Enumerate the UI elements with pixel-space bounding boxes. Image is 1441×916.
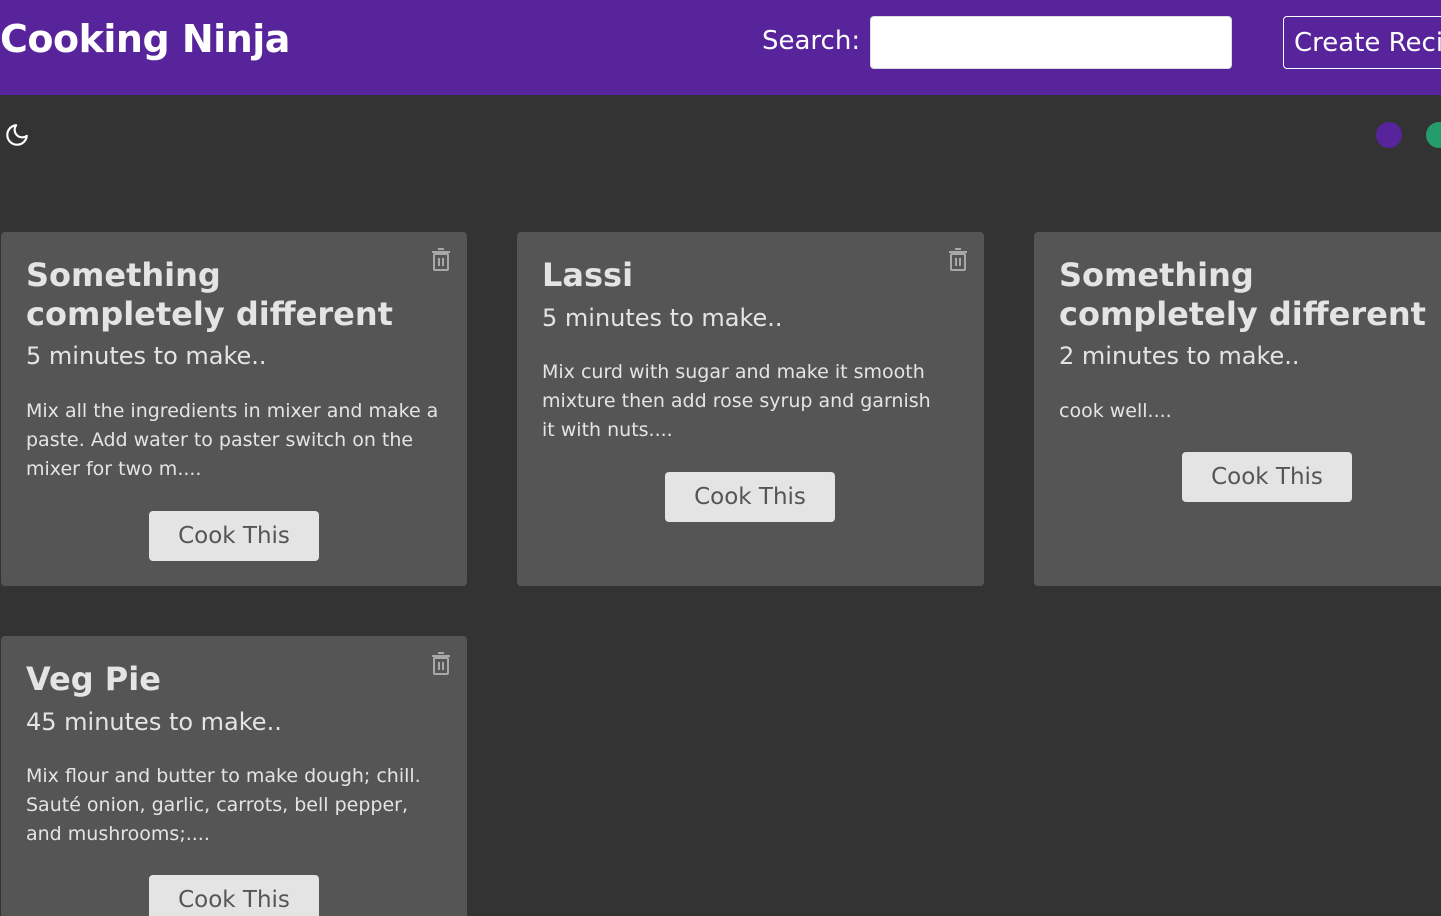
create-recipe-button[interactable]: Create Recipe	[1283, 16, 1441, 69]
brand-title[interactable]: Cooking Ninja	[0, 17, 290, 61]
search-label: Search:	[762, 26, 861, 56]
recipe-card: Lassi 5 minutes to make.. Mix curd with …	[517, 232, 984, 586]
recipe-title: Something completely different	[26, 256, 393, 333]
recipe-title: Lassi	[542, 256, 634, 294]
recipe-title: Something completely different	[1059, 256, 1426, 333]
recipe-time: 45 minutes to make..	[26, 708, 282, 736]
trash-icon[interactable]	[431, 248, 451, 272]
recipe-method: Mix curd with sugar and make it smooth m…	[542, 361, 931, 441]
search-input[interactable]	[870, 16, 1232, 69]
recipe-time: 2 minutes to make..	[1059, 342, 1300, 370]
cook-this-button[interactable]: Cook This	[1182, 452, 1352, 502]
recipe-title: Veg Pie	[26, 660, 161, 698]
recipe-card: Something completely different 5 minutes…	[1, 232, 467, 586]
theme-color-purple[interactable]	[1376, 122, 1402, 148]
recipe-method: Mix all the ingredients in mixer and mak…	[26, 400, 439, 480]
recipe-time: 5 minutes to make..	[542, 304, 783, 332]
recipe-card: Something completely different 2 minutes…	[1034, 232, 1441, 586]
recipe-method: Mix flour and butter to make dough; chil…	[26, 765, 421, 845]
recipe-card: Veg Pie 45 minutes to make.. Mix flour a…	[1, 636, 467, 916]
cook-this-button[interactable]: Cook This	[665, 472, 835, 522]
cook-this-button[interactable]: Cook This	[149, 875, 319, 916]
theme-color-green[interactable]	[1426, 122, 1441, 148]
recipe-method: cook well....	[1059, 400, 1172, 422]
cook-this-button[interactable]: Cook This	[149, 511, 319, 561]
trash-icon[interactable]	[431, 652, 451, 676]
trash-icon[interactable]	[948, 248, 968, 272]
navbar: Cooking Ninja Search: Create Recipe	[0, 0, 1441, 95]
moon-icon[interactable]	[4, 122, 30, 148]
recipe-time: 5 minutes to make..	[26, 342, 267, 370]
